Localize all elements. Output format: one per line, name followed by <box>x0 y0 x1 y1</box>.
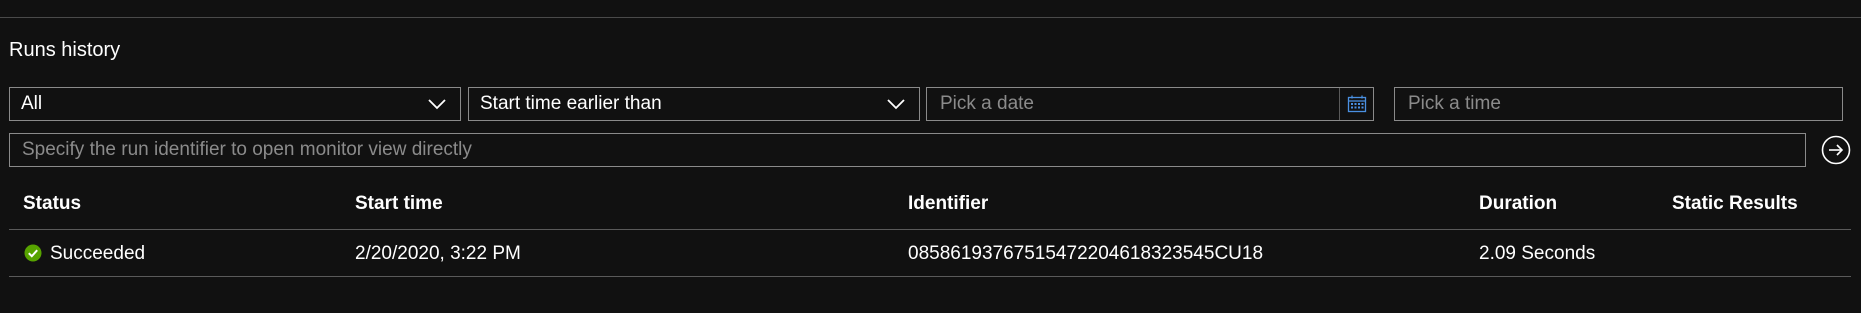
table-row-divider <box>9 276 1851 277</box>
run-identifier-input[interactable]: Specify the run identifier to open monit… <box>9 133 1806 167</box>
column-header-status[interactable]: Status <box>23 192 81 216</box>
page-title: Runs history <box>9 39 121 61</box>
success-check-icon <box>24 244 42 262</box>
duration-cell: 2.09 Seconds <box>1479 243 1596 264</box>
top-divider <box>0 17 1861 18</box>
time-placeholder: Pick a time <box>1408 93 1501 114</box>
date-picker-input[interactable]: Pick a date <box>926 87 1374 121</box>
time-filter-value: Start time earlier than <box>480 93 662 114</box>
open-run-arrow-icon[interactable] <box>1820 134 1852 166</box>
run-identifier-placeholder: Specify the run identifier to open monit… <box>22 139 472 160</box>
chevron-down-icon <box>428 99 446 110</box>
calendar-icon <box>1347 95 1366 113</box>
column-header-identifier[interactable]: Identifier <box>908 192 988 216</box>
table-header-divider <box>9 229 1851 230</box>
status-filter-dropdown[interactable]: All <box>9 87 461 121</box>
status-filter-value: All <box>21 93 43 114</box>
calendar-button[interactable] <box>1339 88 1373 120</box>
column-header-start-time[interactable]: Start time <box>355 192 443 216</box>
column-header-duration[interactable]: Duration <box>1479 192 1557 216</box>
column-header-static-results[interactable]: Static Results <box>1672 192 1798 216</box>
chevron-down-icon <box>887 99 905 110</box>
identifier-cell: 08586193767515472204618323545CU18 <box>908 243 1264 264</box>
time-picker-input[interactable]: Pick a time <box>1394 87 1843 121</box>
start-time-cell: 2/20/2020, 3:22 PM <box>355 243 521 264</box>
date-placeholder: Pick a date <box>940 93 1034 114</box>
time-filter-dropdown[interactable]: Start time earlier than <box>468 87 920 121</box>
status-text: Succeeded <box>50 243 146 264</box>
